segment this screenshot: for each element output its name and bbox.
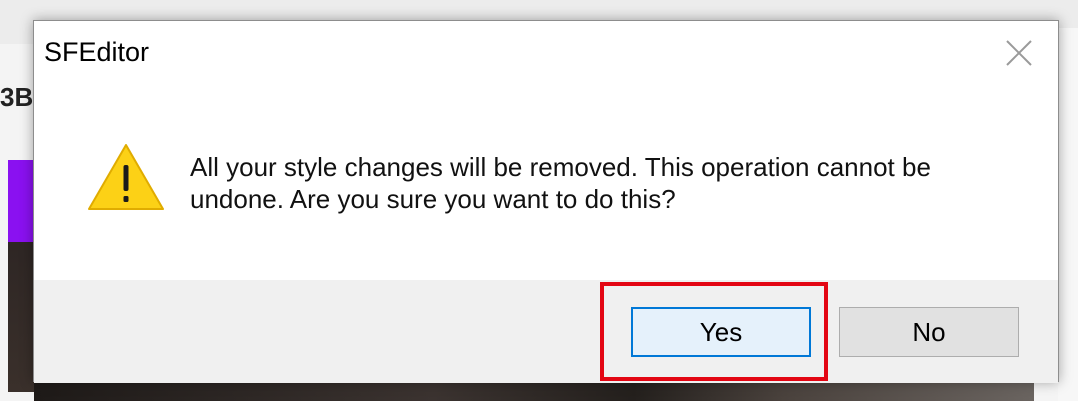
dialog-titlebar[interactable]: SFEditor <box>34 21 1058 85</box>
dialog-button-bar: Yes No <box>34 280 1058 383</box>
background-partial-label: 3B <box>0 82 34 112</box>
background-dark-panel <box>8 242 34 392</box>
warning-icon <box>88 144 164 210</box>
background-purple-panel <box>8 160 34 242</box>
no-button[interactable]: No <box>839 307 1019 357</box>
confirm-dialog: SFEditor All your style changes will be … <box>33 20 1059 383</box>
dialog-message: All your style changes will be removed. … <box>190 152 931 214</box>
background-bottom-strip <box>34 383 1034 401</box>
background-right-edge <box>1058 28 1078 401</box>
dialog-content: All your style changes will be removed. … <box>34 85 1058 280</box>
close-button[interactable] <box>990 27 1048 79</box>
yes-button[interactable]: Yes <box>631 307 811 357</box>
close-icon <box>1006 40 1032 66</box>
dialog-title: SFEditor <box>44 37 150 67</box>
